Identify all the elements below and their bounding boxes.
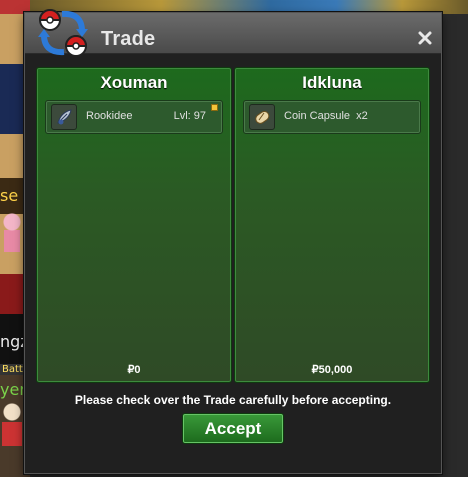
feather-icon [51, 104, 77, 130]
window-title: Trade [101, 28, 156, 50]
item-name: Rookidee [86, 110, 133, 122]
background-text-fragment: yer [0, 380, 26, 399]
accept-button[interactable]: Accept [182, 413, 284, 444]
background-player-sprite [0, 210, 24, 254]
capsule-icon [249, 104, 275, 130]
their-offer-panel: Idkluna Coin Capsule x2 ₽50,000 [234, 67, 430, 383]
item-name: Coin Capsule x2 [284, 110, 368, 122]
trade-item-slot[interactable]: Rookidee Lvl: 97 [45, 100, 223, 134]
item-quantity: x2 [356, 110, 368, 122]
player-name: Xouman [100, 73, 168, 92]
player-name: Idkluna [302, 73, 362, 92]
trade-item-slot[interactable]: Coin Capsule x2 [243, 100, 421, 134]
money-amount: ₽0 [127, 364, 141, 376]
close-icon[interactable] [417, 30, 433, 46]
item-level: Lvl: 97 [173, 110, 206, 122]
money-amount: ₽50,000 [311, 364, 353, 376]
item-badge-icon [211, 104, 218, 111]
my-offer-panel: Xouman Rookidee Lvl: 97 ₽0 [36, 67, 232, 383]
pokeball-trade-icon [35, 5, 91, 61]
trade-notice: Please check over the Trade carefully be… [74, 393, 392, 407]
background-text-fragment: se [0, 186, 19, 205]
background-player-sprite [0, 400, 24, 450]
trade-window: Trade Xouman Rookidee Lvl: 97 ₽0 Idkluna… [24, 9, 442, 474]
